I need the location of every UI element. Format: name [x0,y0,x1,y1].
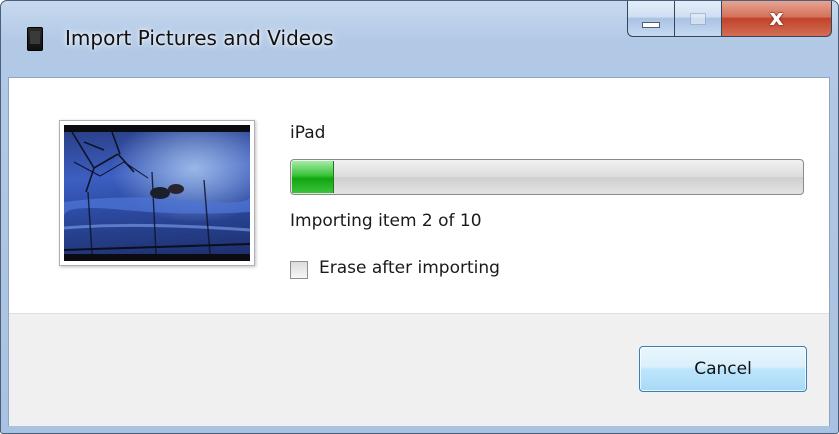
import-progress-bar [290,159,804,195]
dialog-client-area: iPad Importing item 2 of 10 Erase after … [8,77,830,426]
close-button[interactable]: x [721,1,832,37]
close-icon: x [769,5,784,31]
caption-buttons: x [627,1,832,41]
minimize-button[interactable] [627,1,675,37]
erase-after-importing-label[interactable]: Erase after importing [319,258,500,278]
erase-after-importing-checkbox[interactable] [290,261,308,279]
video-thumbnail [64,125,250,261]
import-status-text: Importing item 2 of 10 [290,211,482,231]
dialog-footer: Cancel [9,313,829,426]
thumbnail-scene [64,131,250,255]
device-name: iPad [290,123,326,143]
thumbnail-image [64,131,250,255]
maximize-button[interactable] [674,1,722,37]
maximize-icon [690,12,706,25]
minimize-icon [642,21,660,28]
import-dialog-window: Import Pictures and Videos x iPad Import… [0,0,839,434]
window-title: Import Pictures and Videos [65,26,334,50]
progress-fill [292,161,334,193]
content-area: iPad Importing item 2 of 10 Erase after … [9,78,829,313]
cancel-button[interactable]: Cancel [639,346,807,392]
thumbnail-frame [59,120,255,266]
ipad-device-icon [27,27,43,51]
